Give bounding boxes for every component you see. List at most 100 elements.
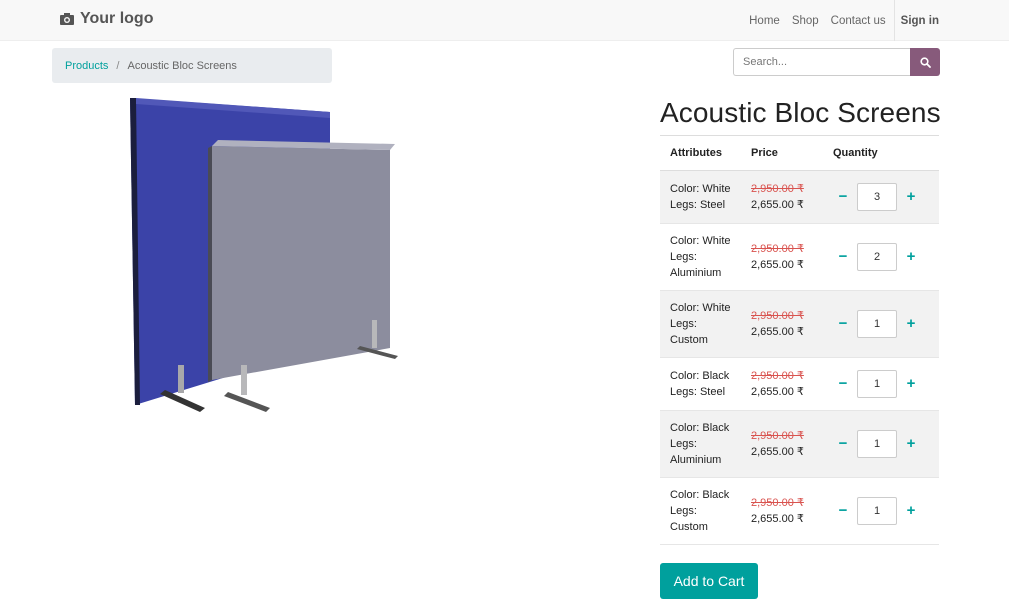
quantity-input[interactable]	[857, 182, 897, 211]
attributes-cell: Color: White Legs: Custom	[660, 290, 741, 358]
current-price: 2,655.00 ₹	[751, 512, 804, 525]
search-button[interactable]	[910, 48, 940, 76]
old-price: 2,950.00 ₹	[751, 309, 804, 322]
logo-text: Your logo	[80, 10, 154, 27]
camera-icon	[60, 13, 74, 25]
old-price: 2,950.00 ₹	[751, 429, 804, 442]
attribute-line: Legs:	[670, 437, 697, 450]
table-row: Color: White Legs: Custom 2,950.00 ₹ 2,655.0…	[660, 290, 939, 358]
decrease-quantity-button[interactable]: −	[833, 188, 853, 205]
attributes-cell: Color: Black Legs: Aluminium	[660, 410, 741, 478]
attribute-line: Color: White	[670, 182, 731, 195]
search-icon	[919, 56, 931, 68]
increase-quantity-button[interactable]: +	[901, 315, 921, 332]
price-cell: 2,950.00 ₹ 2,655.00 ₹	[741, 170, 823, 224]
table-header-row: Attributes Price Quantity	[660, 136, 939, 171]
increase-quantity-button[interactable]: +	[901, 248, 921, 265]
price-cell: 2,950.00 ₹ 2,655.00 ₹	[741, 290, 823, 358]
attribute-line: Custom	[670, 520, 708, 533]
price-cell: 2,950.00 ₹ 2,655.00 ₹	[741, 223, 823, 291]
breadcrumb-separator: /	[116, 59, 120, 72]
attribute-line: Color: Black	[670, 488, 730, 501]
attribute-line: Legs: Steel	[670, 198, 726, 211]
header-price: Price	[741, 136, 823, 171]
quantity-stepper: −+	[833, 429, 939, 458]
breadcrumb: Products / Acoustic Bloc Screens	[52, 48, 332, 83]
current-price: 2,655.00 ₹	[751, 325, 804, 338]
product-image	[130, 98, 398, 412]
attribute-line: Legs: Steel	[670, 385, 726, 398]
current-price: 2,655.00 ₹	[751, 445, 804, 458]
quantity-input[interactable]	[857, 309, 897, 338]
current-price: 2,655.00 ₹	[751, 198, 804, 211]
attributes-cell: Color: White Legs: Steel	[660, 170, 741, 224]
attribute-line: Legs:	[670, 250, 697, 263]
old-price: 2,950.00 ₹	[751, 182, 804, 195]
breadcrumb-current: Acoustic Bloc Screens	[127, 59, 237, 72]
attribute-line: Aluminium	[670, 266, 722, 279]
logo[interactable]: Your logo	[60, 10, 153, 28]
decrease-quantity-button[interactable]: −	[833, 435, 853, 452]
quantity-cell: −+	[823, 410, 939, 478]
add-to-cart-button[interactable]: Add to Cart	[660, 563, 758, 599]
current-price: 2,655.00 ₹	[751, 385, 804, 398]
attribute-line: Color: White	[670, 234, 731, 247]
table-row: Color: Black Legs: Custom 2,950.00 ₹ 2,655.0…	[660, 477, 939, 545]
attribute-line: Legs:	[670, 317, 697, 330]
header-quantity: Quantity	[823, 136, 939, 171]
search-bar	[733, 48, 940, 76]
quantity-input[interactable]	[857, 496, 897, 525]
decrease-quantity-button[interactable]: −	[833, 248, 853, 265]
old-price: 2,950.00 ₹	[751, 496, 804, 509]
quantity-cell: −+	[823, 170, 939, 224]
attributes-cell: Color: White Legs: Aluminium	[660, 223, 741, 291]
quantity-cell: −+	[823, 477, 939, 545]
sign-in-link[interactable]: Sign in	[895, 15, 941, 27]
increase-quantity-button[interactable]: +	[901, 188, 921, 205]
nav-shop-link[interactable]: Shop	[786, 15, 825, 27]
nav-links: Home Shop Contact us Sign in	[743, 0, 941, 41]
attribute-line: Color: Black	[670, 421, 730, 434]
quantity-stepper: −+	[833, 496, 939, 525]
quantity-input[interactable]	[857, 429, 897, 458]
attributes-cell: Color: Black Legs: Custom	[660, 477, 741, 545]
attribute-line: Custom	[670, 333, 708, 346]
variants-table: Attributes Price Quantity Color: White Le…	[660, 136, 939, 545]
increase-quantity-button[interactable]: +	[901, 502, 921, 519]
increase-quantity-button[interactable]: +	[901, 375, 921, 392]
price-cell: 2,950.00 ₹ 2,655.00 ₹	[741, 357, 823, 411]
nav-home-link[interactable]: Home	[743, 15, 786, 27]
attribute-line: Aluminium	[670, 453, 722, 466]
search-input[interactable]	[733, 48, 910, 76]
decrease-quantity-button[interactable]: −	[833, 375, 853, 392]
quantity-stepper: −+	[833, 369, 939, 398]
increase-quantity-button[interactable]: +	[901, 435, 921, 452]
quantity-cell: −+	[823, 290, 939, 358]
quantity-cell: −+	[823, 357, 939, 411]
current-price: 2,655.00 ₹	[751, 258, 804, 271]
attribute-line: Color: White	[670, 301, 731, 314]
old-price: 2,950.00 ₹	[751, 369, 804, 382]
attribute-line: Legs:	[670, 504, 697, 517]
nav-contact-link[interactable]: Contact us	[825, 15, 892, 27]
price-cell: 2,950.00 ₹ 2,655.00 ₹	[741, 410, 823, 478]
header-attributes: Attributes	[660, 136, 741, 171]
table-row: Color: Black Legs: Steel 2,950.00 ₹ 2,655.0…	[660, 357, 939, 411]
decrease-quantity-button[interactable]: −	[833, 315, 853, 332]
attributes-cell: Color: Black Legs: Steel	[660, 357, 741, 411]
table-row: Color: Black Legs: Aluminium 2,950.00 ₹ 2,65…	[660, 410, 939, 478]
quantity-stepper: −+	[833, 242, 939, 271]
price-cell: 2,950.00 ₹ 2,655.00 ₹	[741, 477, 823, 545]
quantity-stepper: −+	[833, 309, 939, 338]
old-price: 2,950.00 ₹	[751, 242, 804, 255]
quantity-stepper: −+	[833, 182, 939, 211]
breadcrumb-products-link[interactable]: Products	[65, 60, 108, 72]
product-title: Acoustic Bloc Screens	[660, 97, 941, 128]
decrease-quantity-button[interactable]: −	[833, 502, 853, 519]
quantity-cell: −+	[823, 223, 939, 291]
quantity-input[interactable]	[857, 369, 897, 398]
table-row: Color: White Legs: Aluminium 2,950.00 ₹ 2,65…	[660, 223, 939, 291]
quantity-input[interactable]	[857, 242, 897, 271]
table-row: Color: White Legs: Steel 2,950.00 ₹ 2,655.0…	[660, 170, 939, 224]
attribute-line: Color: Black	[670, 369, 730, 382]
